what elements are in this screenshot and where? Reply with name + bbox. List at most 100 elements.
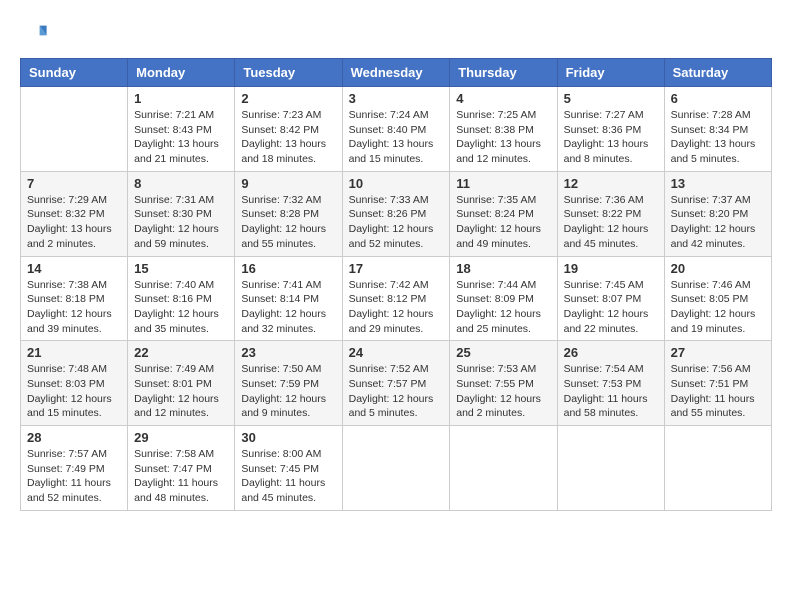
day-number: 23 xyxy=(241,345,335,360)
day-info: Sunrise: 7:45 AM Sunset: 8:07 PM Dayligh… xyxy=(564,278,658,337)
weekday-header: Tuesday xyxy=(235,59,342,87)
calendar-cell: 2 Sunrise: 7:23 AM Sunset: 8:42 PM Daylig… xyxy=(235,87,342,172)
day-info: Sunrise: 7:48 AM Sunset: 8:03 PM Dayligh… xyxy=(27,362,121,421)
day-info: Sunrise: 7:25 AM Sunset: 8:38 PM Dayligh… xyxy=(456,108,550,167)
day-number: 22 xyxy=(134,345,228,360)
weekday-header: Monday xyxy=(128,59,235,87)
day-info: Sunrise: 7:28 AM Sunset: 8:34 PM Dayligh… xyxy=(671,108,765,167)
day-info: Sunrise: 7:42 AM Sunset: 8:12 PM Dayligh… xyxy=(349,278,444,337)
day-number: 20 xyxy=(671,261,765,276)
calendar-week-row: 7Sunrise: 7:29 AM Sunset: 8:32 PM Daylig… xyxy=(21,171,772,256)
day-number: 28 xyxy=(27,430,121,445)
day-info: Sunrise: 7:57 AM Sunset: 7:49 PM Dayligh… xyxy=(27,447,121,506)
day-info: Sunrise: 7:33 AM Sunset: 8:26 PM Dayligh… xyxy=(349,193,444,252)
weekday-header: Wednesday xyxy=(342,59,450,87)
day-number: 14 xyxy=(27,261,121,276)
calendar-cell: 25 Sunrise: 7:53 AM Sunset: 7:55 PM Dayli… xyxy=(450,341,557,426)
day-info: Sunrise: 7:27 AM Sunset: 8:36 PM Dayligh… xyxy=(564,108,658,167)
calendar-cell: 19 Sunrise: 7:45 AM Sunset: 8:07 PM Dayli… xyxy=(557,256,664,341)
calendar-cell: 27Sunrise: 7:56 AM Sunset: 7:51 PM Dayli… xyxy=(664,341,771,426)
calendar-cell: 13Sunrise: 7:37 AM Sunset: 8:20 PM Dayli… xyxy=(664,171,771,256)
day-info: Sunrise: 7:23 AM Sunset: 8:42 PM Dayligh… xyxy=(241,108,335,167)
day-number: 27 xyxy=(671,345,765,360)
day-info: Sunrise: 7:31 AM Sunset: 8:30 PM Dayligh… xyxy=(134,193,228,252)
day-info: Sunrise: 7:40 AM Sunset: 8:16 PM Dayligh… xyxy=(134,278,228,337)
day-number: 3 xyxy=(349,91,444,106)
calendar-cell: 15 Sunrise: 7:40 AM Sunset: 8:16 PM Dayli… xyxy=(128,256,235,341)
day-number: 8 xyxy=(134,176,228,191)
calendar-cell: 12 Sunrise: 7:36 AM Sunset: 8:22 PM Dayli… xyxy=(557,171,664,256)
day-info: Sunrise: 7:29 AM Sunset: 8:32 PM Dayligh… xyxy=(27,193,121,252)
calendar-cell xyxy=(664,426,771,511)
calendar-cell xyxy=(557,426,664,511)
day-number: 5 xyxy=(564,91,658,106)
day-number: 21 xyxy=(27,345,121,360)
day-info: Sunrise: 7:41 AM Sunset: 8:14 PM Dayligh… xyxy=(241,278,335,337)
day-number: 9 xyxy=(241,176,335,191)
day-number: 15 xyxy=(134,261,228,276)
calendar-cell: 18Sunrise: 7:44 AM Sunset: 8:09 PM Dayli… xyxy=(450,256,557,341)
calendar-cell: 14Sunrise: 7:38 AM Sunset: 8:18 PM Dayli… xyxy=(21,256,128,341)
day-number: 19 xyxy=(564,261,658,276)
calendar-cell: 20 Sunrise: 7:46 AM Sunset: 8:05 PM Dayli… xyxy=(664,256,771,341)
weekday-header: Saturday xyxy=(664,59,771,87)
calendar-week-row: 14Sunrise: 7:38 AM Sunset: 8:18 PM Dayli… xyxy=(21,256,772,341)
weekday-header: Friday xyxy=(557,59,664,87)
calendar-cell: 5 Sunrise: 7:27 AM Sunset: 8:36 PM Daylig… xyxy=(557,87,664,172)
day-info: Sunrise: 7:24 AM Sunset: 8:40 PM Dayligh… xyxy=(349,108,444,167)
weekday-header: Thursday xyxy=(450,59,557,87)
calendar-cell: 10 Sunrise: 7:33 AM Sunset: 8:26 PM Dayli… xyxy=(342,171,450,256)
day-info: Sunrise: 7:36 AM Sunset: 8:22 PM Dayligh… xyxy=(564,193,658,252)
calendar-cell: 11Sunrise: 7:35 AM Sunset: 8:24 PM Dayli… xyxy=(450,171,557,256)
day-number: 6 xyxy=(671,91,765,106)
day-number: 11 xyxy=(456,176,550,191)
calendar-cell: 16Sunrise: 7:41 AM Sunset: 8:14 PM Dayli… xyxy=(235,256,342,341)
day-info: Sunrise: 7:37 AM Sunset: 8:20 PM Dayligh… xyxy=(671,193,765,252)
day-info: Sunrise: 7:54 AM Sunset: 7:53 PM Dayligh… xyxy=(564,362,658,421)
page-header xyxy=(20,20,772,48)
calendar-cell: 21 Sunrise: 7:48 AM Sunset: 8:03 PM Dayli… xyxy=(21,341,128,426)
day-info: Sunrise: 7:50 AM Sunset: 7:59 PM Dayligh… xyxy=(241,362,335,421)
calendar-cell: 3 Sunrise: 7:24 AM Sunset: 8:40 PM Daylig… xyxy=(342,87,450,172)
calendar: SundayMondayTuesdayWednesdayThursdayFrid… xyxy=(20,58,772,511)
calendar-cell: 28 Sunrise: 7:57 AM Sunset: 7:49 PM Dayli… xyxy=(21,426,128,511)
day-number: 25 xyxy=(456,345,550,360)
day-info: Sunrise: 7:46 AM Sunset: 8:05 PM Dayligh… xyxy=(671,278,765,337)
day-info: Sunrise: 7:53 AM Sunset: 7:55 PM Dayligh… xyxy=(456,362,550,421)
day-number: 12 xyxy=(564,176,658,191)
calendar-week-row: 1Sunrise: 7:21 AM Sunset: 8:43 PM Daylig… xyxy=(21,87,772,172)
calendar-cell: 23 Sunrise: 7:50 AM Sunset: 7:59 PM Dayli… xyxy=(235,341,342,426)
day-number: 10 xyxy=(349,176,444,191)
calendar-header-row: SundayMondayTuesdayWednesdayThursdayFrid… xyxy=(21,59,772,87)
calendar-cell: 17 Sunrise: 7:42 AM Sunset: 8:12 PM Dayli… xyxy=(342,256,450,341)
calendar-cell: 9 Sunrise: 7:32 AM Sunset: 8:28 PM Daylig… xyxy=(235,171,342,256)
calendar-cell: 8 Sunrise: 7:31 AM Sunset: 8:30 PM Daylig… xyxy=(128,171,235,256)
calendar-cell xyxy=(21,87,128,172)
calendar-cell: 22 Sunrise: 7:49 AM Sunset: 8:01 PM Dayli… xyxy=(128,341,235,426)
logo-icon xyxy=(20,20,48,48)
day-number: 26 xyxy=(564,345,658,360)
calendar-cell: 24Sunrise: 7:52 AM Sunset: 7:57 PM Dayli… xyxy=(342,341,450,426)
logo xyxy=(20,20,52,48)
calendar-cell xyxy=(450,426,557,511)
day-number: 2 xyxy=(241,91,335,106)
calendar-cell: 7Sunrise: 7:29 AM Sunset: 8:32 PM Daylig… xyxy=(21,171,128,256)
calendar-body: 1Sunrise: 7:21 AM Sunset: 8:43 PM Daylig… xyxy=(21,87,772,511)
calendar-cell: 26 Sunrise: 7:54 AM Sunset: 7:53 PM Dayli… xyxy=(557,341,664,426)
day-number: 17 xyxy=(349,261,444,276)
calendar-week-row: 21 Sunrise: 7:48 AM Sunset: 8:03 PM Dayli… xyxy=(21,341,772,426)
calendar-cell: 6 Sunrise: 7:28 AM Sunset: 8:34 PM Daylig… xyxy=(664,87,771,172)
day-info: Sunrise: 8:00 AM Sunset: 7:45 PM Dayligh… xyxy=(241,447,335,506)
day-number: 24 xyxy=(349,345,444,360)
calendar-cell: 30Sunrise: 8:00 AM Sunset: 7:45 PM Dayli… xyxy=(235,426,342,511)
calendar-cell: 1Sunrise: 7:21 AM Sunset: 8:43 PM Daylig… xyxy=(128,87,235,172)
day-info: Sunrise: 7:58 AM Sunset: 7:47 PM Dayligh… xyxy=(134,447,228,506)
day-info: Sunrise: 7:49 AM Sunset: 8:01 PM Dayligh… xyxy=(134,362,228,421)
calendar-week-row: 28 Sunrise: 7:57 AM Sunset: 7:49 PM Dayli… xyxy=(21,426,772,511)
day-number: 4 xyxy=(456,91,550,106)
day-number: 18 xyxy=(456,261,550,276)
weekday-header: Sunday xyxy=(21,59,128,87)
day-info: Sunrise: 7:32 AM Sunset: 8:28 PM Dayligh… xyxy=(241,193,335,252)
calendar-cell: 29Sunrise: 7:58 AM Sunset: 7:47 PM Dayli… xyxy=(128,426,235,511)
day-number: 1 xyxy=(134,91,228,106)
